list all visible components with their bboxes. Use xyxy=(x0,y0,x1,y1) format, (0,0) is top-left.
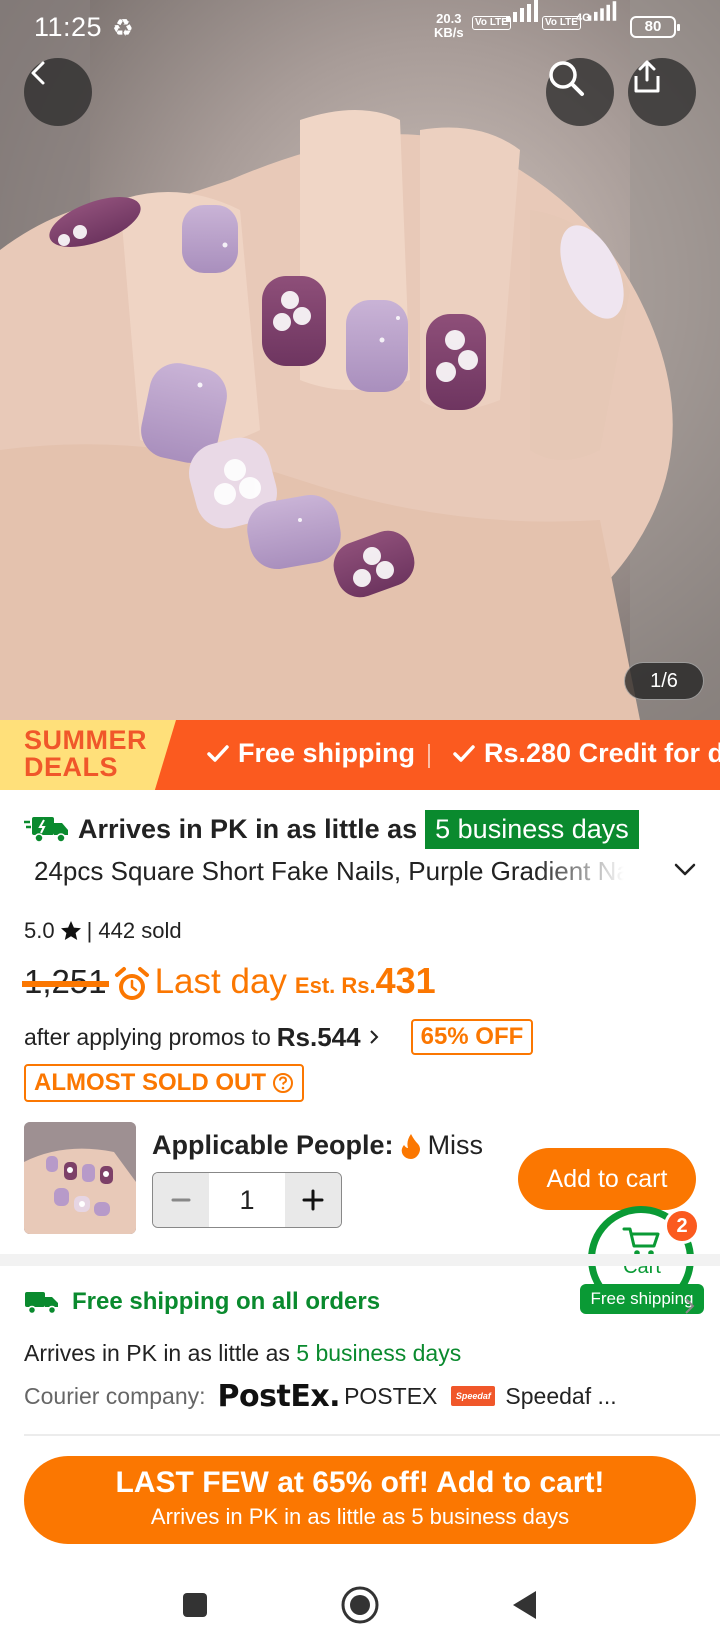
cart-count-badge: 2 xyxy=(664,1208,700,1244)
decrement-button[interactable] xyxy=(153,1173,209,1227)
courier-label: Courier company: xyxy=(24,1382,206,1409)
delivery-truck-icon xyxy=(24,817,68,843)
promo-item-label: Rs.280 Credit for d xyxy=(484,738,720,768)
chevron-down-icon[interactable] xyxy=(670,854,700,884)
applicable-value: Miss xyxy=(427,1130,484,1160)
status-bar: 11:25 ♻ 20.3 KB/s Vo LTE Vo LTE 4G 80 xyxy=(0,0,720,56)
nav-home-icon xyxy=(341,1586,379,1624)
promo-divider xyxy=(428,744,430,768)
bottom-add-to-cart-button[interactable]: LAST FEW at 65% off! Add to cart! Arrive… xyxy=(24,1456,696,1544)
promo-price: Rs.544 xyxy=(276,1021,361,1052)
system-nav-bar xyxy=(0,1560,720,1650)
product-image-gallery[interactable]: 11:25 ♻ 20.3 KB/s Vo LTE Vo LTE 4G 80 1/… xyxy=(0,0,720,720)
postex-logo: PostEx. xyxy=(217,1378,341,1414)
price-row: 1,251 Last day Est. Rs. 431 xyxy=(22,960,436,1010)
sold-count: | 442 sold xyxy=(86,918,182,943)
last-day-label: Last day xyxy=(154,962,287,1001)
courier-speedaf: Speedaf ... xyxy=(505,1382,617,1409)
est-label: Est. Rs. xyxy=(294,973,376,998)
summer-deals-line1: SUMMER xyxy=(24,725,147,755)
promo-item-free-shipping: Free shipping xyxy=(206,738,415,769)
courier-postex: POSTEX xyxy=(344,1382,438,1409)
section-divider xyxy=(0,1254,720,1266)
business-days-badge: 5 business days xyxy=(425,809,639,849)
add-to-cart-button[interactable]: Add to cart xyxy=(518,1148,696,1210)
free-shipping-title: Free shipping on all orders xyxy=(72,1288,381,1315)
arrives-text: Arrives in PK in as little as xyxy=(78,813,418,844)
signal-icon xyxy=(506,0,538,22)
summer-deals-text: SUMMER DEALS xyxy=(24,727,147,781)
original-price: 1,251 xyxy=(22,963,109,1000)
applicable-label: Applicable People: xyxy=(152,1130,394,1160)
arrives-prefix: Arrives in PK in as little as xyxy=(24,1340,290,1366)
variant-thumbnail[interactable] xyxy=(24,1122,136,1234)
discount-badge: 65% OFF xyxy=(410,1019,534,1055)
image-counter: 1/6 xyxy=(624,662,704,700)
nav-back-icon xyxy=(513,1591,536,1619)
signal-icon-2 xyxy=(587,1,617,21)
divider xyxy=(24,1434,720,1436)
nav-recents-icon xyxy=(183,1593,207,1617)
after-promos-text: after applying promos to xyxy=(24,1023,271,1050)
question-circle-icon xyxy=(272,1073,293,1093)
arrives-days: 5 business days xyxy=(296,1340,462,1366)
share-button[interactable] xyxy=(628,58,696,126)
check-icon xyxy=(207,744,229,762)
speedaf-logo: Speedaf xyxy=(451,1386,496,1406)
search-button[interactable] xyxy=(546,58,614,126)
cta-subline: Arrives in PK in as little as 5 business… xyxy=(150,1504,570,1529)
network-speed: 20.3 KB/s xyxy=(434,12,464,40)
rating-value: 5.0 xyxy=(24,918,55,943)
nav-home-button[interactable] xyxy=(335,1580,385,1630)
chevron-right-icon[interactable] xyxy=(680,1296,700,1316)
free-shipping-row[interactable]: Free shipping on all orders xyxy=(24,1288,380,1316)
alarm-clock-icon xyxy=(114,967,149,1000)
almost-sold-out-text: ALMOST SOLD OUT xyxy=(34,1069,266,1096)
search-icon xyxy=(549,61,584,96)
chevron-right-icon xyxy=(369,1030,379,1044)
promo-banner[interactable]: SUMMER DEALS Free shipping Rs.280 Credit… xyxy=(0,720,720,790)
product-title[interactable]: 24pcs Square Short Fake Nails, Purple Gr… xyxy=(34,856,624,887)
promo-item-credit: Rs.280 Credit for d xyxy=(452,738,720,769)
battery-indicator: 80 xyxy=(630,16,680,38)
increment-button[interactable] xyxy=(285,1173,341,1227)
back-button[interactable] xyxy=(24,58,92,126)
minus-icon xyxy=(171,1198,191,1202)
rating-row[interactable]: 5.0 | 442 sold xyxy=(24,918,182,944)
sync-icon: ♻ xyxy=(112,15,134,42)
almost-sold-out-badge[interactable]: ALMOST SOLD OUT xyxy=(24,1064,304,1102)
promo-price-row[interactable]: after applying promos to Rs.544 65% OFF xyxy=(24,1018,534,1056)
delivery-estimate: Arrives in PK in as little as 5 business… xyxy=(24,808,639,850)
nav-back-button[interactable] xyxy=(500,1580,550,1630)
plus-icon xyxy=(302,1189,324,1211)
truck-icon xyxy=(25,1292,58,1315)
quantity-stepper[interactable]: 1 xyxy=(152,1172,342,1228)
arrives-row: Arrives in PK in as little as 5 business… xyxy=(24,1340,461,1367)
check-icon xyxy=(453,744,475,762)
nav-recents-button[interactable] xyxy=(170,1580,220,1630)
cta-headline: LAST FEW at 65% off! Add to cart! xyxy=(115,1466,605,1499)
back-arrow-icon xyxy=(31,61,45,85)
summer-deals-line2: DEALS xyxy=(24,752,119,782)
star-icon xyxy=(60,921,81,940)
speed-value: 20.3 xyxy=(436,11,462,26)
quantity-value[interactable]: 1 xyxy=(209,1173,285,1227)
promo-item-label: Free shipping xyxy=(238,738,416,768)
speed-unit: KB/s xyxy=(434,25,464,40)
status-time: 11:25 xyxy=(34,12,103,42)
share-icon xyxy=(634,60,660,93)
applicable-people[interactable]: Applicable People: Miss xyxy=(152,1130,483,1161)
courier-row: Courier company: PostEx. POSTEX Speedaf … xyxy=(24,1378,617,1414)
variant-thumbnail-image xyxy=(24,1122,136,1234)
product-photo xyxy=(0,0,720,720)
est-price: 431 xyxy=(375,960,436,1001)
flame-icon xyxy=(401,1133,420,1159)
